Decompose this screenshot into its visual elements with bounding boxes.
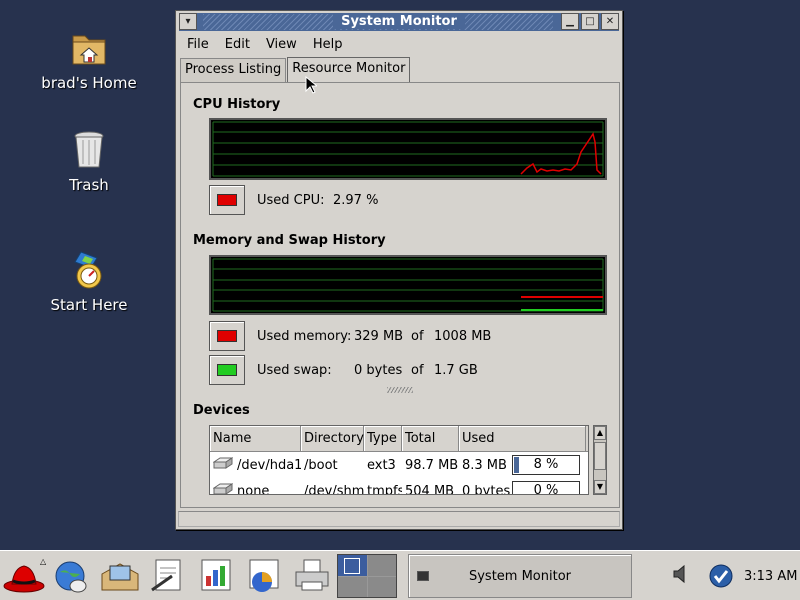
table-header: Name Directory Type Total Used [210, 426, 588, 452]
device-name: /dev/hda1 [237, 457, 301, 473]
start-here-icon [67, 248, 111, 292]
column-header-name[interactable]: Name [210, 426, 301, 451]
devices-table: Name Directory Type Total Used /dev/hda1… [209, 425, 589, 495]
swap-of-label: of [411, 363, 424, 378]
title-bar[interactable]: ▾ System Monitor ▁ □ ✕ [179, 13, 619, 31]
update-status-icon[interactable] [708, 564, 734, 592]
desktop-icon-label: Start Here [50, 296, 128, 314]
device-type: ext3 [367, 457, 396, 473]
menu-file[interactable]: File [179, 35, 217, 55]
status-bar [178, 511, 620, 527]
taskbar-button-label: System Monitor [468, 569, 572, 584]
word-processor-icon[interactable] [146, 556, 190, 596]
email-icon[interactable] [98, 556, 142, 596]
workspace-switcher[interactable] [337, 554, 397, 598]
window-title: System Monitor [333, 14, 465, 29]
memory-history-graph [209, 255, 607, 315]
used-swap-label: Used swap: [257, 363, 332, 378]
devices-title: Devices [193, 403, 250, 418]
memory-color-button[interactable] [209, 321, 245, 351]
used-memory-value: 329 MB [354, 329, 404, 344]
desktop-icon-label: brad's Home [41, 74, 137, 92]
device-usage-bar: 0 % [512, 481, 580, 495]
device-used: 0 bytes [462, 483, 511, 495]
device-name: none [237, 483, 270, 495]
mouse-cursor-icon [305, 75, 319, 98]
cpu-history-title: CPU History [193, 97, 281, 112]
workspace-2[interactable] [367, 555, 396, 576]
device-usage-percent: 0 % [533, 483, 559, 495]
swap-total-value: 1.7 GB [434, 363, 478, 378]
column-header-type[interactable]: Type [364, 426, 402, 451]
scroll-thumb[interactable] [594, 442, 606, 470]
cpu-color-button[interactable] [209, 185, 245, 215]
devices-scrollbar[interactable]: ▲ ▼ [593, 425, 607, 495]
scroll-down-arrow-icon[interactable]: ▼ [594, 480, 606, 494]
desktop-icon-trash[interactable]: Trash [29, 128, 149, 194]
main-menu-redhat-icon[interactable]: △ [2, 556, 47, 596]
taskbar: △ System Monitor 3:13 AM [0, 550, 800, 600]
trash-icon [67, 128, 111, 172]
close-button[interactable]: ✕ [601, 13, 619, 30]
device-used: 8.3 MB [462, 457, 507, 473]
used-cpu-label: Used CPU: [257, 193, 325, 208]
used-cpu-value: 2.97 % [333, 193, 379, 208]
cpu-color-swatch [217, 194, 237, 206]
volume-icon[interactable] [672, 563, 688, 589]
clock[interactable]: 3:13 AM [744, 569, 797, 584]
device-total: 504 MB [405, 483, 455, 495]
cpu-history-graph [209, 118, 607, 180]
desktop-icon-start-here[interactable]: Start Here [29, 248, 149, 314]
tab-process-listing[interactable]: Process Listing [180, 58, 287, 82]
device-usage-percent: 8 % [533, 457, 559, 472]
memory-of-label: of [411, 329, 424, 344]
workspace-1[interactable] [338, 555, 367, 576]
used-memory-label: Used memory: [257, 329, 352, 344]
menu-bar: File Edit View Help [179, 35, 350, 55]
used-swap-value: 0 bytes [354, 363, 403, 378]
column-header-total[interactable]: Total [402, 426, 459, 451]
table-row[interactable]: /dev/hda1 /boot ext3 98.7 MB 8.3 MB 8 % [210, 452, 588, 478]
device-total: 98.7 MB [405, 457, 459, 473]
memory-history-title: Memory and Swap History [193, 233, 386, 248]
column-header-used[interactable]: Used [459, 426, 586, 451]
svg-text:△: △ [40, 557, 46, 566]
device-directory: /dev/shm [304, 483, 364, 495]
printer-icon[interactable] [290, 556, 334, 596]
desktop-icon-label: Trash [69, 176, 109, 194]
pane-resize-handle[interactable] [387, 387, 413, 393]
menu-edit[interactable]: Edit [217, 35, 258, 55]
spreadsheet-icon[interactable] [242, 556, 286, 596]
hard-disk-icon [212, 456, 234, 474]
menu-help[interactable]: Help [305, 35, 351, 55]
swap-color-button[interactable] [209, 355, 245, 385]
scroll-up-arrow-icon[interactable]: ▲ [594, 426, 606, 440]
swap-color-swatch [217, 364, 237, 376]
presentation-icon[interactable] [194, 556, 238, 596]
workspace-4[interactable] [367, 576, 396, 597]
memory-total-value: 1008 MB [434, 329, 492, 344]
resource-monitor-panel: CPU History Used CPU: 2.97 % Memory and … [180, 82, 620, 508]
hard-disk-icon [212, 482, 234, 494]
taskbar-button-system-monitor[interactable]: System Monitor [408, 554, 632, 598]
tab-bar: Process Listing Resource Monitor [180, 57, 411, 82]
menu-view[interactable]: View [258, 35, 305, 55]
workspace-3[interactable] [338, 576, 367, 597]
system-monitor-window: ▾ System Monitor ▁ □ ✕ File Edit View He… [175, 10, 623, 530]
maximize-button[interactable]: □ [581, 13, 599, 30]
home-folder-icon [67, 26, 111, 70]
device-usage-bar: 8 % [512, 455, 580, 475]
device-type: tmpfs [367, 483, 402, 495]
minimize-button[interactable]: ▁ [561, 13, 579, 30]
memory-color-swatch [217, 330, 237, 342]
desktop-icon-home[interactable]: brad's Home [29, 26, 149, 92]
device-directory: /boot [304, 457, 338, 473]
web-browser-icon[interactable] [50, 556, 94, 596]
column-header-directory[interactable]: Directory [301, 426, 364, 451]
table-row[interactable]: none /dev/shm tmpfs 504 MB 0 bytes 0 % [210, 478, 588, 495]
